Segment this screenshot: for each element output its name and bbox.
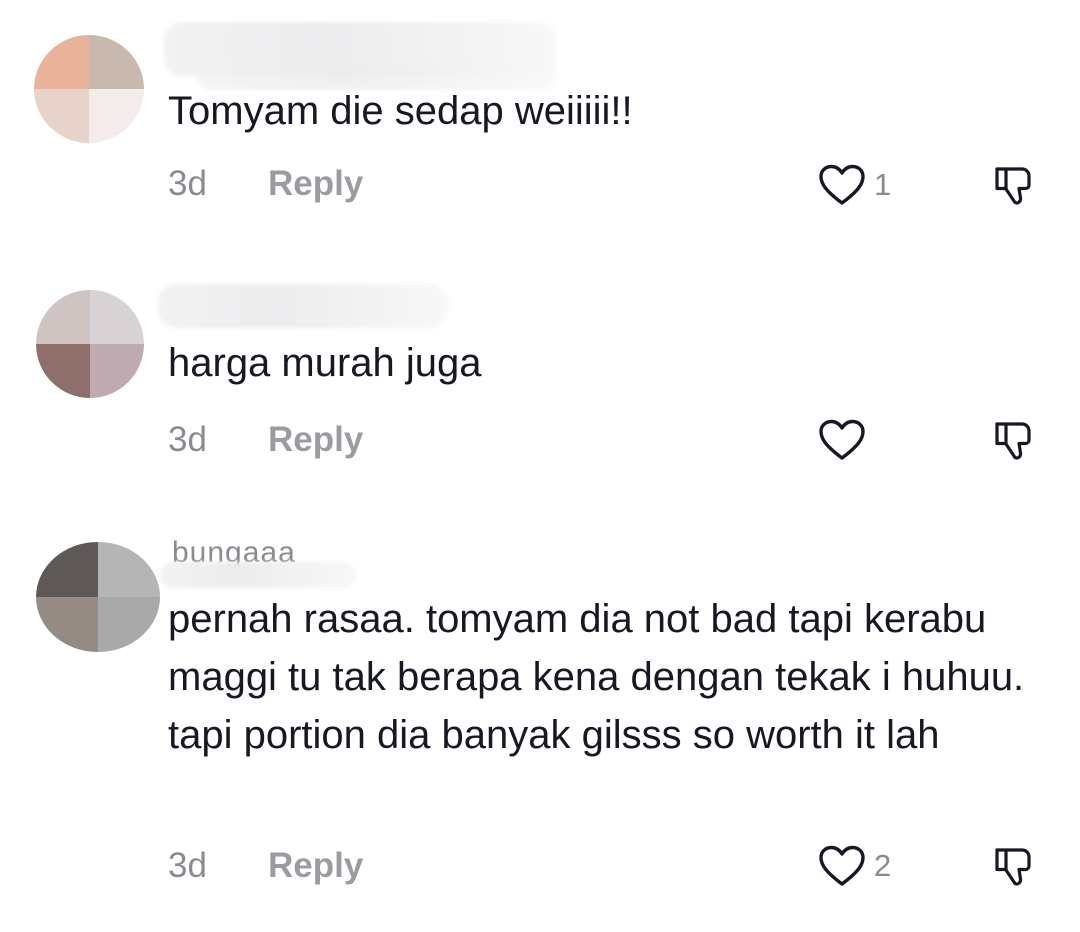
avatar-pixel (90, 344, 144, 398)
reply-button[interactable]: Reply (268, 846, 363, 886)
redacted-username (158, 284, 448, 328)
like-button[interactable]: 1 (818, 163, 891, 207)
comment-meta: 3d Reply (168, 418, 363, 462)
reply-button[interactable]: Reply (268, 164, 363, 204)
avatar-pixel (98, 542, 160, 597)
comment-text: pernah rasaa. tomyam dia not bad tapi ke… (168, 597, 1025, 757)
like-button[interactable] (818, 418, 874, 462)
reply-button[interactable]: Reply (268, 420, 363, 460)
comment-meta: 3d Reply (168, 844, 363, 888)
thumbs-down-outline-icon (995, 848, 1031, 886)
avatar[interactable] (36, 542, 160, 652)
dislike-button[interactable] (992, 418, 1036, 462)
avatar-pixel (89, 35, 144, 89)
comment-age: 3d (168, 164, 207, 203)
heart-outline-icon (819, 845, 865, 886)
dislike-button[interactable] (992, 844, 1036, 888)
like-button[interactable]: 2 (818, 844, 891, 888)
thumbs-down-outline-icon (995, 422, 1031, 460)
comment-text: Tomyam die sedap weiiiii!! (168, 89, 633, 133)
avatar-pixel (36, 597, 98, 652)
avatar-pixel (90, 290, 144, 344)
thumbs-down-outline-icon (995, 167, 1031, 205)
avatar-pixel (36, 290, 90, 344)
comment-text: harga murah juga (168, 341, 482, 385)
heart-outline-icon (819, 419, 865, 460)
avatar-pixel (89, 89, 144, 143)
heart-outline-icon (819, 164, 865, 205)
comment-meta: 3d Reply (168, 162, 363, 206)
avatar[interactable] (36, 290, 144, 398)
like-count: 1 (874, 167, 892, 202)
redacted-username (160, 562, 356, 588)
like-count: 2 (874, 848, 892, 883)
comment-age: 3d (168, 846, 207, 885)
avatar-pixel (34, 35, 89, 89)
avatar-pixel (34, 89, 89, 143)
avatar-pixel (36, 344, 90, 398)
comment-age: 3d (168, 420, 207, 459)
avatar-pixel (36, 542, 98, 597)
avatar-pixel (98, 597, 160, 652)
dislike-button[interactable] (992, 163, 1036, 207)
avatar[interactable] (34, 35, 144, 143)
